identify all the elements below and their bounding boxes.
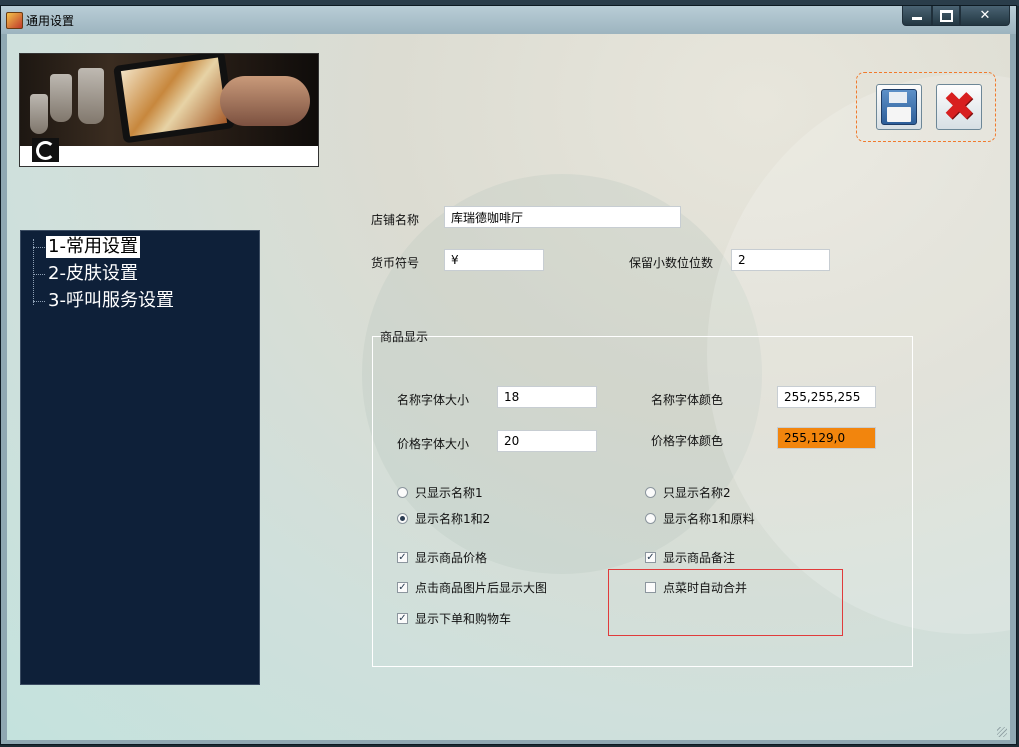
title-bar[interactable]: 通用设置 ✕ <box>1 6 1016 34</box>
window-controls: ✕ <box>902 6 1010 26</box>
save-button[interactable] <box>876 84 922 130</box>
floppy-disk-icon <box>881 89 917 125</box>
checkbox-show-notes[interactable]: 显示商品备注 <box>645 549 735 566</box>
price-font-color-label: 价格字体颜色 <box>651 434 724 448</box>
glass-shape <box>78 68 104 124</box>
checkbox-show-large-image[interactable]: 点击商品图片后显示大图 <box>397 579 547 596</box>
nav-item-skin[interactable]: 2-皮肤设置 <box>33 262 140 286</box>
resize-grip[interactable] <box>997 727 1007 737</box>
glass-shape <box>30 94 48 134</box>
radio-label: 只显示名称1 <box>415 486 483 500</box>
product-display-group-title: 商品显示 <box>380 330 429 344</box>
settings-window: 通用设置 ✕ ✖ 1-常用设置 2-皮肤设置 3-呼叫服务设置 店铺名称 库瑞德… <box>0 5 1017 745</box>
radio-name1-only[interactable]: 只显示名称1 <box>397 484 483 501</box>
close-window-button[interactable]: ✕ <box>960 6 1010 26</box>
client-area: ✖ 1-常用设置 2-皮肤设置 3-呼叫服务设置 店铺名称 货币符号 保留小数位… <box>7 34 1010 740</box>
checkbox-label: 点击商品图片后显示大图 <box>415 581 548 595</box>
nav-item-call-service[interactable]: 3-呼叫服务设置 <box>33 289 176 313</box>
checkbox-indicator <box>397 582 408 593</box>
radio-indicator <box>397 513 408 524</box>
nav-item-label: 2-皮肤设置 <box>48 263 138 284</box>
tablet-screen <box>120 57 228 137</box>
checkbox-label: 显示商品价格 <box>415 551 488 565</box>
window-title: 通用设置 <box>26 14 75 28</box>
decimals-label: 保留小数位位数 <box>629 256 714 270</box>
nav-item-label: 3-呼叫服务设置 <box>48 290 174 311</box>
tablet-shape <box>113 54 235 144</box>
nav-item-general[interactable]: 1-常用设置 <box>33 235 140 259</box>
checkbox-indicator <box>397 552 408 563</box>
maximize-button[interactable] <box>932 6 960 26</box>
checkbox-label: 显示商品备注 <box>663 551 736 565</box>
settings-nav-tree: 1-常用设置 2-皮肤设置 3-呼叫服务设置 <box>20 230 260 685</box>
banner-image <box>19 53 319 167</box>
radio-label: 只显示名称2 <box>663 486 731 500</box>
highlight-annotation-box <box>608 569 843 636</box>
currency-input[interactable] <box>444 249 544 271</box>
decimals-input[interactable] <box>731 249 830 271</box>
name-font-size-input[interactable] <box>497 386 597 408</box>
checkbox-show-price[interactable]: 显示商品价格 <box>397 549 487 566</box>
checkbox-indicator <box>645 552 656 563</box>
shop-name-label: 店铺名称 <box>371 213 420 227</box>
minimize-button[interactable] <box>902 6 932 26</box>
checkbox-show-order-cart[interactable]: 显示下单和购物车 <box>397 610 511 627</box>
radio-name2-only[interactable]: 只显示名称2 <box>645 484 731 501</box>
minimize-icon <box>912 17 922 20</box>
price-font-color-input[interactable] <box>777 427 876 449</box>
hand-shape <box>220 76 310 126</box>
name-font-color-input[interactable] <box>777 386 876 408</box>
price-font-size-input[interactable] <box>497 430 597 452</box>
radio-name1-and-ingredients[interactable]: 显示名称1和原料 <box>645 510 755 527</box>
restaurant-tablet-photo <box>20 54 318 146</box>
currency-label: 货币符号 <box>371 256 420 270</box>
radio-name1-and-2[interactable]: 显示名称1和2 <box>397 510 490 527</box>
radio-indicator <box>645 513 656 524</box>
radio-label: 显示名称1和2 <box>415 512 491 526</box>
radio-indicator <box>645 487 656 498</box>
close-icon: ✕ <box>979 8 991 23</box>
action-buttons-group: ✖ <box>856 72 996 142</box>
name-font-color-label: 名称字体颜色 <box>651 393 724 407</box>
brand-logo-icon <box>32 138 59 162</box>
glass-shape <box>50 74 72 122</box>
checkbox-indicator <box>397 613 408 624</box>
radio-label: 显示名称1和原料 <box>663 512 755 526</box>
checkbox-label: 显示下单和购物车 <box>415 612 512 626</box>
app-icon <box>6 12 23 29</box>
nav-item-label: 1-常用设置 <box>46 236 140 258</box>
red-x-icon: ✖ <box>942 84 976 130</box>
cancel-button[interactable]: ✖ <box>936 84 982 130</box>
shop-name-input[interactable] <box>444 206 681 228</box>
price-font-size-label: 价格字体大小 <box>397 437 470 451</box>
radio-indicator <box>397 487 408 498</box>
maximize-icon <box>939 9 953 22</box>
name-font-size-label: 名称字体大小 <box>397 393 470 407</box>
